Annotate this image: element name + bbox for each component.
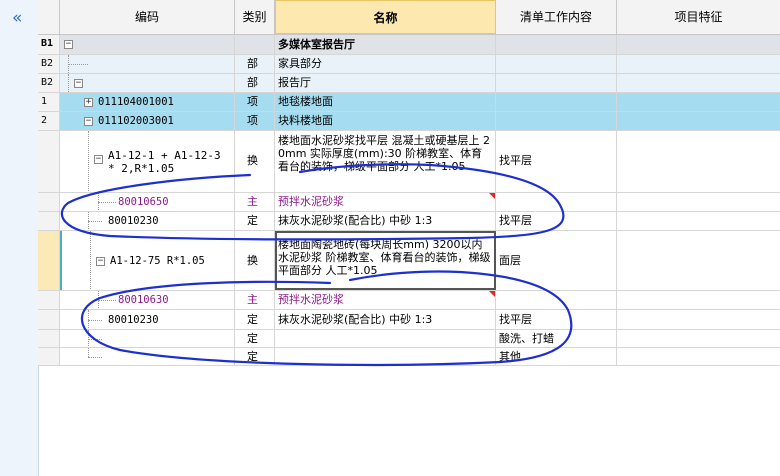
- ink-circle-upper: [60, 163, 565, 241]
- ink-annotation-layer: [60, 163, 573, 366]
- ink-circle-lower: [81, 270, 573, 366]
